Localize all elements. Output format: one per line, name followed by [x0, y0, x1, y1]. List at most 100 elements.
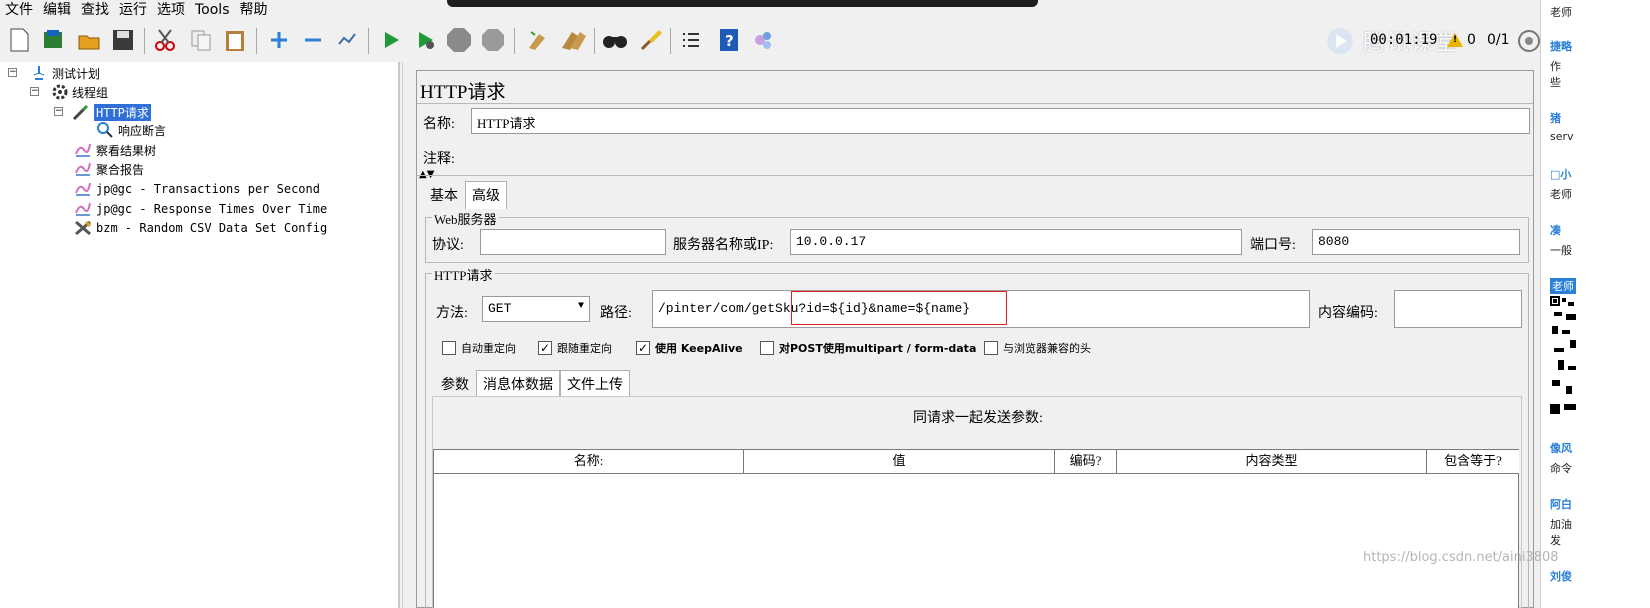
copy-icon[interactable] — [188, 27, 214, 53]
start-no-pause-icon[interactable] — [412, 27, 438, 53]
menu-search[interactable]: 查找 — [76, 1, 114, 19]
tree-node-view-results-tree[interactable]: 察看结果树 — [74, 141, 156, 159]
side-chat-strip: 老师 捷略 作 些 猪 serv □小 老师 凑 一般 老师 像风 命令 阿白 … — [1540, 0, 1650, 608]
chevron-down-icon: ▼ — [577, 301, 584, 312]
tree-label: 察看结果树 — [96, 143, 157, 158]
checkbox-keepalive[interactable]: ✓ 使用 KeepAlive — [636, 340, 743, 356]
toolbar: ? 腾讯课堂 00:01:19 ! 0 0/1 — [0, 20, 1540, 62]
tree-node-rt-listener[interactable]: jp@gc - Response Times Over Time — [74, 200, 327, 218]
menu-file[interactable]: 文件 — [0, 1, 38, 19]
encoding-field[interactable] — [1394, 290, 1522, 328]
stop-icon[interactable] — [446, 27, 472, 53]
menu-help[interactable]: 帮助 — [235, 1, 273, 19]
method-select[interactable]: GET ▼ — [482, 296, 590, 322]
col-name[interactable]: 名称: — [434, 450, 744, 474]
panel-title: HTTP请求 — [420, 82, 506, 103]
remote-icon[interactable] — [750, 27, 776, 53]
protocol-field[interactable] — [480, 229, 666, 255]
chat-text: 作 — [1550, 60, 1561, 73]
gear-icon — [50, 84, 68, 100]
name-field[interactable]: HTTP请求 — [471, 108, 1530, 134]
active-threads: 0/1 — [1487, 32, 1510, 48]
warning-counter[interactable]: ! 0 — [1447, 32, 1476, 48]
tree-node-response-assertion[interactable]: 响应断言 — [96, 121, 166, 139]
collapse-toggle[interactable]: − — [54, 107, 63, 116]
panel-frame: HTTP请求 名称: HTTP请求 注释: ▲▼ 基本 高级 Web服务器 协议… — [416, 70, 1534, 608]
chat-text: 发 — [1550, 534, 1561, 547]
collapse-toggle[interactable]: − — [8, 68, 17, 77]
tree-node-aggregate-report[interactable]: 聚合报告 — [74, 160, 144, 178]
collapse-toggle[interactable]: − — [30, 87, 39, 96]
tree-node-tps-listener[interactable]: jp@gc - Transactions per Second — [74, 180, 320, 198]
tab-params[interactable]: 参数 — [434, 370, 476, 398]
tab-file-upload[interactable]: 文件上传 — [560, 370, 630, 398]
svg-text:?: ? — [725, 32, 734, 50]
chat-user: 像风 — [1550, 442, 1572, 455]
col-include-equals[interactable]: 包含等于? — [1427, 450, 1519, 474]
chat-text: 老师 — [1550, 6, 1572, 19]
server-field[interactable]: 10.0.0.17 — [790, 229, 1242, 255]
warning-icon: ! — [1447, 33, 1463, 47]
start-icon[interactable] — [378, 27, 404, 53]
checkbox-multipart[interactable]: 对POST使用multipart / form-data — [760, 340, 976, 356]
checkbox-browser-headers[interactable]: 与浏览器兼容的头 — [984, 340, 1091, 356]
tab-advanced[interactable]: 高级 — [465, 181, 507, 209]
clear-all-icon[interactable] — [560, 27, 586, 53]
listener-icon — [74, 201, 92, 217]
help-icon[interactable]: ? — [716, 27, 742, 53]
function-helper-icon[interactable] — [678, 27, 704, 53]
chat-user: 凑 — [1550, 224, 1561, 237]
jmeter-window: { "menu": ["文件", "编辑", "查找", "运行", "选项",… — [0, 0, 1650, 608]
chat-user: 刘俊 — [1550, 570, 1572, 583]
params-table[interactable]: 名称: 值 编码? 内容类型 包含等于? — [433, 449, 1519, 608]
tab-basic[interactable]: 基本 — [423, 181, 465, 209]
port-field[interactable]: 8080 — [1312, 229, 1520, 255]
checkbox-label: 对POST使用multipart / form-data — [779, 342, 977, 355]
save-icon[interactable] — [110, 27, 136, 53]
warning-count: 0 — [1467, 32, 1476, 48]
tree-node-http-request[interactable]: HTTP请求 — [72, 103, 151, 121]
main-tabs: 基本 高级 — [423, 181, 507, 209]
shutdown-icon[interactable] — [480, 27, 506, 53]
checkbox-label: 使用 KeepAlive — [655, 342, 743, 355]
comment-label: 注释: — [423, 152, 455, 167]
spinner-icon — [1516, 28, 1542, 54]
paste-icon[interactable] — [222, 27, 248, 53]
server-label: 服务器名称或IP: — [673, 238, 774, 253]
pipette-icon — [72, 104, 90, 120]
path-label: 路径: — [600, 306, 632, 321]
chat-text: 些 — [1550, 76, 1561, 89]
checkbox-follow-redirect[interactable]: ✓ 跟随重定向 — [538, 340, 612, 356]
col-value[interactable]: 值 — [744, 450, 1055, 474]
web-server-title: Web服务器 — [432, 209, 499, 228]
web-server-group: Web服务器 协议: 服务器名称或IP: 10.0.0.17 端口号: 8080 — [425, 209, 1529, 263]
collapse-icon[interactable] — [300, 27, 326, 53]
menu-run[interactable]: 运行 — [114, 1, 152, 19]
tab-body-data[interactable]: 消息体数据 — [476, 370, 560, 398]
cut-icon[interactable] — [152, 27, 178, 53]
new-icon[interactable] — [6, 27, 32, 53]
tree-label: jp@gc - Response Times Over Time — [96, 202, 328, 216]
col-content-type[interactable]: 内容类型 — [1117, 450, 1427, 474]
menu-tools[interactable]: Tools — [190, 1, 235, 19]
checkbox-box — [984, 341, 998, 355]
checkbox-box — [760, 341, 774, 355]
clear-icon[interactable] — [524, 27, 550, 53]
col-encode[interactable]: 编码? — [1055, 450, 1117, 474]
check-icon: ✓ — [636, 341, 650, 355]
menu-options[interactable]: 选项 — [152, 1, 190, 19]
tree-node-test-plan[interactable]: 测试计划 — [30, 64, 100, 82]
chat-text: serv — [1550, 130, 1574, 143]
tree-node-thread-group[interactable]: 线程组 — [50, 83, 108, 101]
open-icon[interactable] — [76, 27, 102, 53]
expand-icon[interactable] — [266, 27, 292, 53]
tree-label: jp@gc - Transactions per Second — [96, 182, 320, 196]
search-icon[interactable] — [602, 27, 628, 53]
reset-search-icon[interactable] — [638, 27, 664, 53]
templates-icon[interactable] — [40, 27, 66, 53]
tree-node-csv-config[interactable]: bzm - Random CSV Data Set Config — [74, 219, 327, 237]
toggle-icon[interactable] — [334, 27, 360, 53]
menu-edit[interactable]: 编辑 — [38, 1, 76, 19]
pane-splitter[interactable] — [402, 62, 410, 608]
checkbox-auto-redirect[interactable]: 自动重定向 — [442, 340, 516, 356]
